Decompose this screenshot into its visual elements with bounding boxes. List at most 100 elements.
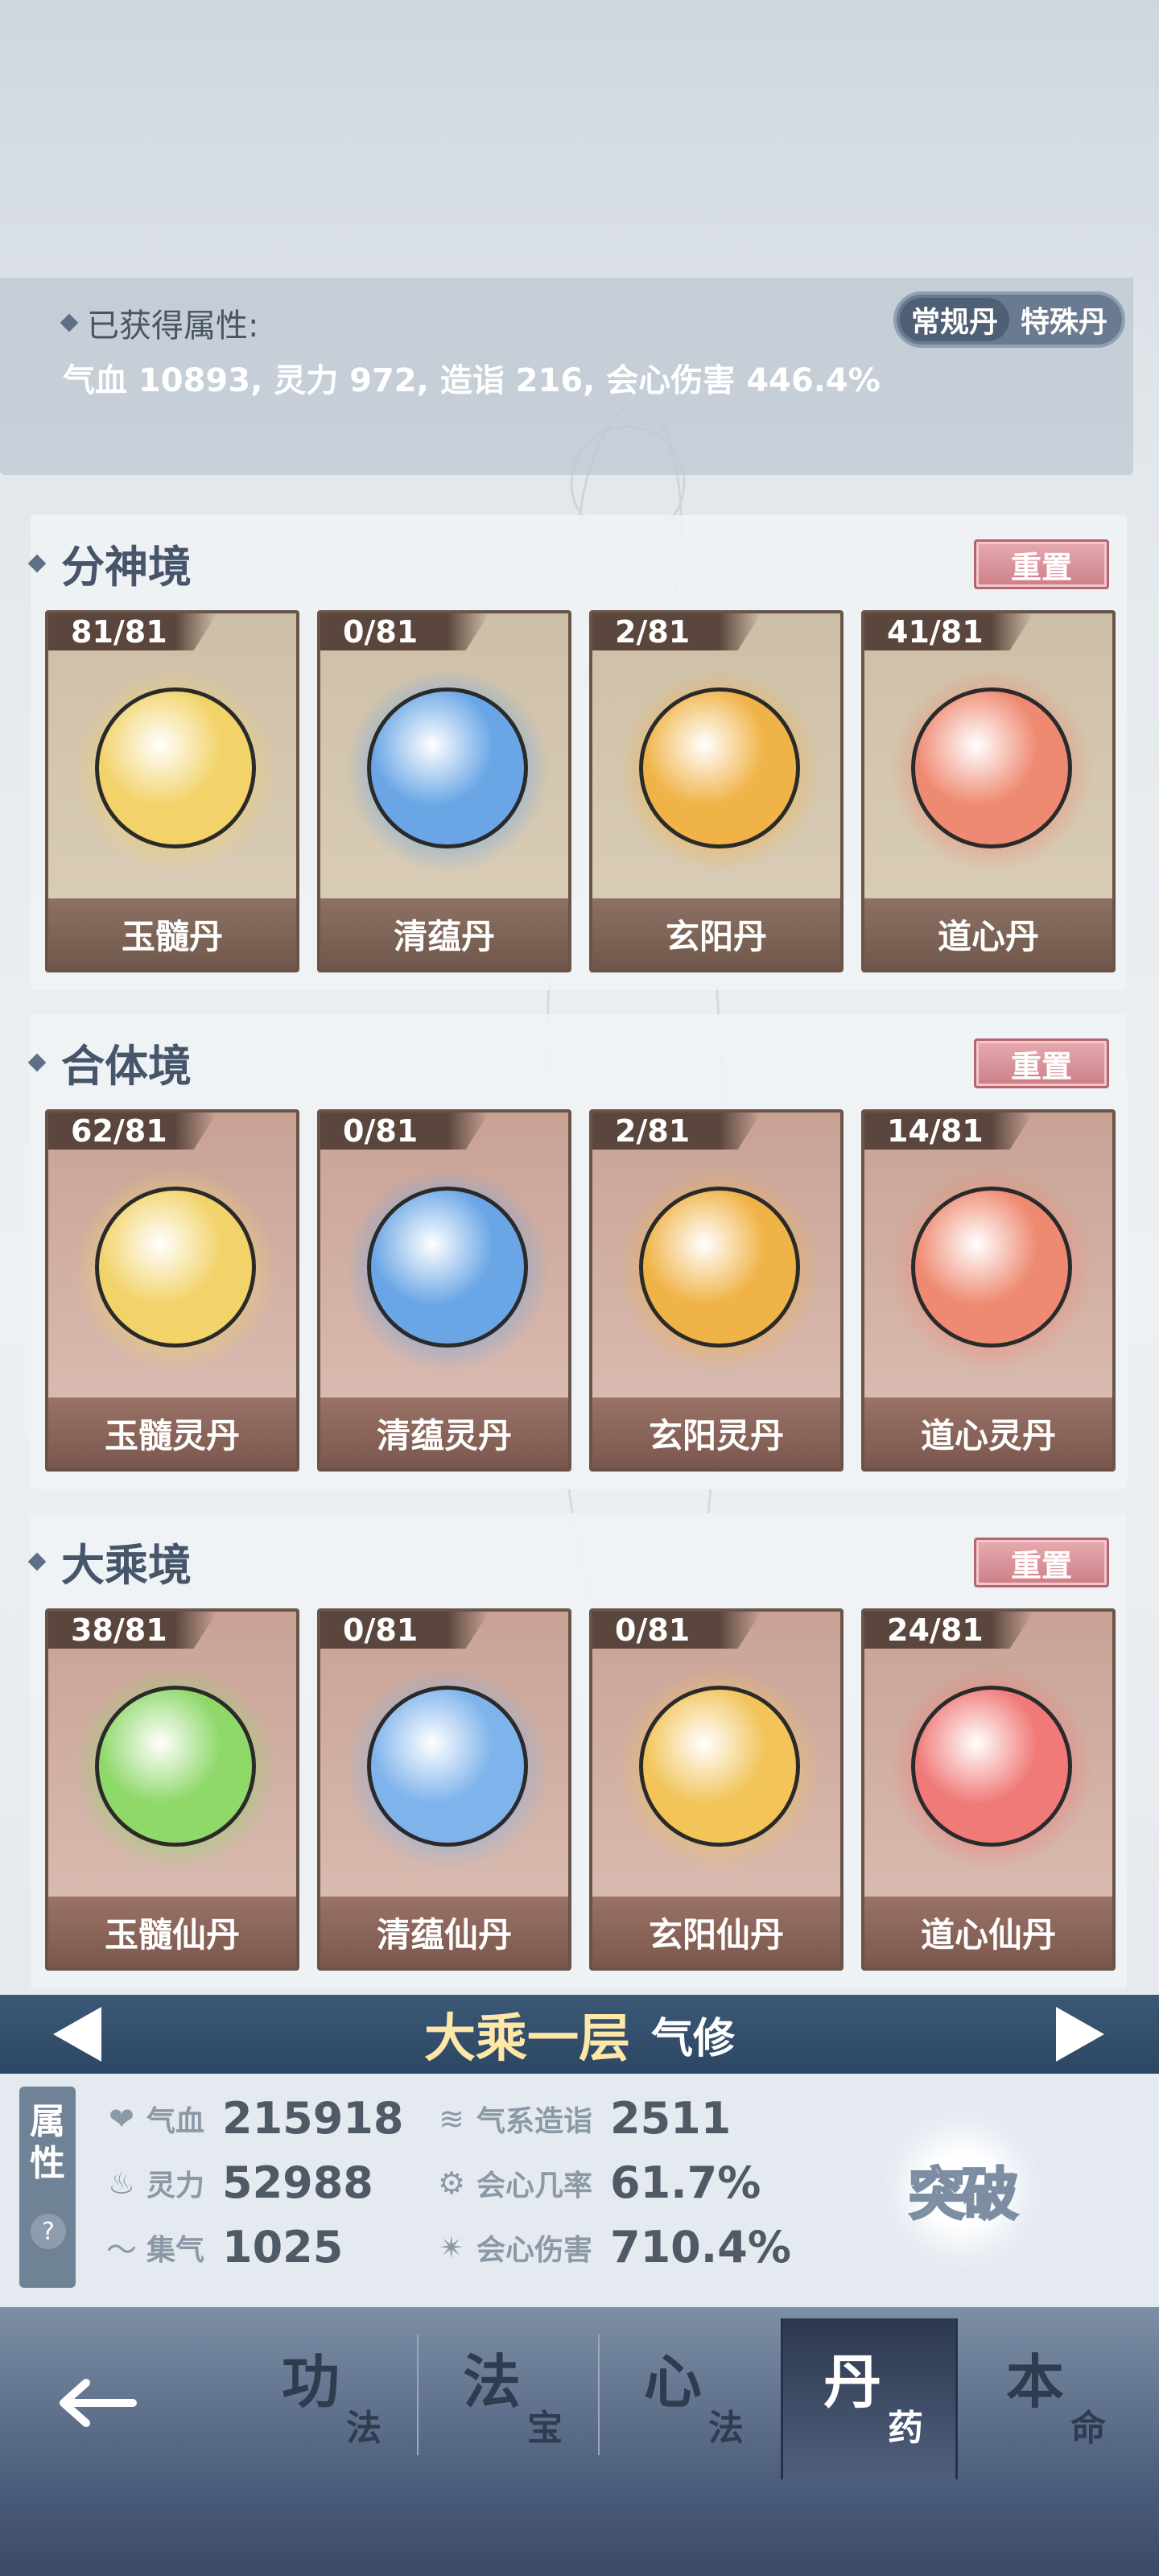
reset-button[interactable]: 重置 (974, 1038, 1109, 1088)
stat-crit-damage: ✴ 会心伤害 710.4% (435, 2222, 791, 2273)
tab-regular-pills[interactable]: 常规丹 (900, 298, 1009, 341)
pill-name: 玉髓仙丹 (48, 1897, 296, 1967)
section-title-text: 分神境 (61, 542, 192, 592)
pill-icon (639, 1187, 800, 1348)
realm-type: 气修 (650, 2014, 735, 2063)
pill-icon (639, 687, 800, 848)
nav-tab-sub-char: 药 (888, 2408, 923, 2449)
pill-name: 玉髓丹 (48, 898, 296, 969)
stat-value: 61.7% (610, 2157, 761, 2208)
pill-card[interactable]: 0/81 清蕴灵丹 (317, 1109, 571, 1472)
stat-hp: ❤ 气血 215918 (105, 2093, 403, 2144)
nav-tab-mind-methods[interactable]: 心 法 (604, 2318, 781, 2479)
pill-card[interactable]: 62/81 玉髓灵丹 (45, 1109, 299, 1472)
pill-name: 道心丹 (864, 898, 1112, 969)
reset-button[interactable]: 重置 (974, 1538, 1109, 1587)
pill-type-switch[interactable]: 常规丹 特殊丹 (893, 291, 1125, 348)
stat-value: 215918 (222, 2093, 404, 2144)
diamond-icon (60, 313, 79, 332)
nav-tab-main-char: 心 (644, 2348, 703, 2416)
pill-count: 14/81 (864, 1113, 1033, 1150)
nav-tab-sub-char: 法 (346, 2408, 382, 2449)
breakthrough-label: 突破 (908, 2160, 1020, 2228)
pill-card[interactable]: 38/81 玉髓仙丹 (45, 1608, 299, 1971)
pill-count: 38/81 (48, 1612, 217, 1649)
pill-icon (911, 1686, 1072, 1847)
section-title: 合体境 (27, 1030, 192, 1094)
stat-label: 会心伤害 (476, 2233, 593, 2267)
nav-tab-main-char: 丹 (823, 2348, 882, 2416)
stat-qi-mastery: ≋ 气系造诣 2511 (435, 2093, 731, 2144)
nav-tab-natal[interactable]: 本 命 (966, 2318, 1143, 2479)
pill-icon (367, 1686, 528, 1847)
back-button[interactable] (48, 2367, 145, 2439)
pill-name: 清蕴仙丹 (320, 1897, 568, 1967)
stat-spirit: ♨ 灵力 52988 (105, 2157, 373, 2208)
next-realm-arrow-icon[interactable] (1056, 2007, 1104, 2062)
stats-tab-char-2: 性 (30, 2143, 65, 2184)
pill-icon (367, 687, 528, 848)
nav-tab-techniques[interactable]: 功 法 (241, 2318, 419, 2479)
breakthrough-button[interactable]: 突破 (881, 2109, 1042, 2270)
section-title-text: 大乘境 (61, 1540, 192, 1591)
stat-label: 气血 (146, 2104, 205, 2138)
stat-value: 2511 (610, 2093, 732, 2144)
attributes-title-text: 已获得属性: (87, 308, 259, 345)
help-icon[interactable]: ? (31, 2214, 66, 2249)
pill-card[interactable]: 81/81 玉髓丹 (45, 610, 299, 972)
stat-label: 会心几率 (476, 2169, 593, 2202)
section-title-text: 合体境 (61, 1041, 192, 1092)
realm-name: 大乘一层 (423, 2009, 630, 2069)
nav-tab-treasures[interactable]: 法 宝 (423, 2318, 600, 2479)
pill-icon (639, 1686, 800, 1847)
stat-gather: 〜 集气 1025 (105, 2222, 343, 2273)
pill-card[interactable]: 14/81 道心灵丹 (861, 1109, 1116, 1472)
nav-tab-main-char: 功 (282, 2348, 340, 2416)
pill-card[interactable]: 2/81 玄阳灵丹 (589, 1109, 843, 1472)
pill-name: 玄阳灵丹 (592, 1397, 840, 1468)
pill-name: 清蕴丹 (320, 898, 568, 969)
nav-tab-sub-char: 法 (708, 2408, 744, 2449)
pill-count: 0/81 (592, 1612, 761, 1649)
diamond-icon (27, 1053, 47, 1071)
pill-card-row: 62/81 玉髓灵丹 0/81 清蕴灵丹 2/81 玄阳灵丹 14/81 道心灵… (45, 1109, 1116, 1472)
pill-name: 玄阳丹 (592, 898, 840, 969)
pill-card[interactable]: 2/81 玄阳丹 (589, 610, 843, 972)
pill-name: 清蕴灵丹 (320, 1397, 568, 1468)
pill-name: 道心灵丹 (864, 1397, 1112, 1468)
pill-name: 玉髓灵丹 (48, 1397, 296, 1468)
stats-tab[interactable]: 属 性 (19, 2087, 76, 2288)
stat-label: 灵力 (146, 2169, 205, 2202)
realm-bar: 大乘一层 气修 (0, 1995, 1159, 2074)
nav-tab-pills[interactable]: 丹 药 (781, 2318, 958, 2479)
pill-count: 2/81 (592, 1113, 761, 1150)
pill-count: 24/81 (864, 1612, 1033, 1649)
pill-icon (911, 1187, 1072, 1348)
crit-damage-icon: ✴ (439, 2229, 464, 2265)
pill-card[interactable]: 24/81 道心仙丹 (861, 1608, 1116, 1971)
pill-icon (911, 687, 1072, 848)
tab-special-pills[interactable]: 特殊丹 (1009, 298, 1119, 341)
pill-card[interactable]: 41/81 道心丹 (861, 610, 1116, 972)
attributes-summary: 气血 10893, 灵力 972, 造诣 216, 会心伤害 446.4% (63, 362, 881, 399)
wind-icon: ≋ (439, 2100, 464, 2136)
diamond-icon (27, 1552, 47, 1571)
pill-count: 0/81 (320, 613, 489, 650)
nav-tab-main-char: 法 (463, 2348, 522, 2416)
pill-card[interactable]: 0/81 清蕴丹 (317, 610, 571, 972)
pill-icon (95, 1187, 256, 1348)
pill-icon (367, 1187, 528, 1348)
pill-card[interactable]: 0/81 清蕴仙丹 (317, 1608, 571, 1971)
heart-icon: ❤ (109, 2100, 134, 2136)
pill-count: 2/81 (592, 613, 761, 650)
pill-count: 62/81 (48, 1113, 217, 1150)
pill-card[interactable]: 0/81 玄阳仙丹 (589, 1608, 843, 1971)
stat-value: 710.4% (610, 2222, 791, 2273)
prev-realm-arrow-icon[interactable] (53, 2007, 101, 2062)
reset-button[interactable]: 重置 (974, 539, 1109, 589)
nav-divider (417, 2334, 419, 2455)
stat-crit-rate: ⚙ 会心几率 61.7% (435, 2157, 761, 2208)
nav-tab-main-char: 本 (1006, 2348, 1065, 2416)
diamond-icon (27, 554, 47, 572)
pill-icon (95, 1686, 256, 1847)
